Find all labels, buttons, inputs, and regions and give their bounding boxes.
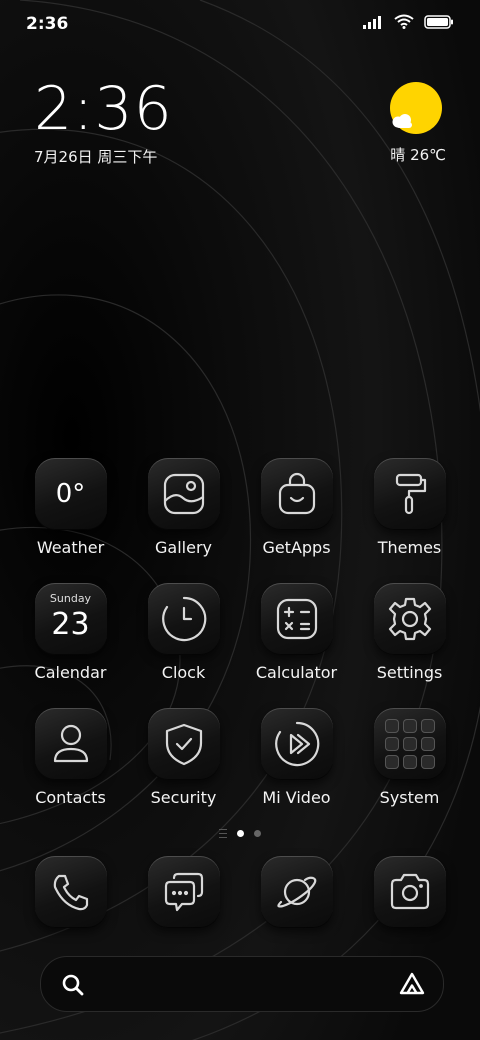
app-getapps[interactable]: GetApps [240, 458, 353, 583]
weather-text: 晴 26℃ [390, 146, 446, 164]
search-bar[interactable] [40, 956, 444, 1012]
dock [14, 856, 466, 928]
app-security[interactable]: Security [127, 708, 240, 833]
app-label: Calendar [34, 663, 107, 682]
app-label: Gallery [155, 538, 212, 557]
app-contacts[interactable]: Contacts [14, 708, 127, 833]
signal-icon [363, 15, 381, 29]
app-system-folder[interactable]: System [353, 708, 466, 833]
status-icons [362, 14, 454, 29]
page-indicator[interactable] [0, 829, 480, 838]
folder-icon [373, 708, 446, 780]
page-dot-1[interactable] [237, 830, 244, 837]
camera-icon [390, 873, 429, 910]
shield-check-icon [165, 723, 202, 766]
app-label: Settings [376, 663, 443, 682]
folder-grid [384, 719, 435, 769]
clock-widget[interactable]: 2:36 7月26日 周三下午 [34, 76, 173, 167]
assistant-icon[interactable] [399, 972, 425, 996]
app-weather[interactable]: 0° Weather [14, 458, 127, 583]
status-bar: 2:36 [0, 0, 480, 50]
app-row: Sunday 23 Calendar Clock Calculator Sett… [14, 583, 466, 708]
app-label: GetApps [262, 538, 331, 557]
app-calendar[interactable]: Sunday 23 Calendar [14, 583, 127, 708]
app-label: Calculator [255, 663, 338, 682]
app-themes[interactable]: Themes [353, 458, 466, 583]
weather-tile-temp: 0° [55, 479, 86, 509]
page-dot-2[interactable] [254, 830, 261, 837]
app-mi-video[interactable]: Mi Video [240, 708, 353, 833]
app-row: 0° Weather Gallery GetApps Themes [14, 458, 466, 583]
calculator-icon [276, 598, 317, 640]
app-label: Mi Video [262, 788, 331, 807]
calendar-date: 23 [51, 607, 90, 642]
battery-icon [424, 14, 453, 29]
search-icon[interactable] [61, 973, 85, 997]
wifi-icon [394, 14, 414, 29]
status-time: 2:36 [26, 14, 69, 34]
app-label: Security [150, 788, 217, 807]
app-label: Contacts [35, 788, 106, 807]
gallery-icon [163, 473, 204, 515]
dock-camera[interactable] [353, 856, 466, 928]
app-label: Weather [36, 538, 105, 557]
app-clock[interactable]: Clock [127, 583, 240, 708]
app-row: Contacts Security Mi Video System [14, 708, 466, 833]
dock-messages[interactable] [127, 856, 240, 928]
play-icon [274, 721, 319, 767]
dock-browser[interactable] [240, 856, 353, 928]
app-label: Clock [161, 663, 206, 682]
calendar-day: Sunday [49, 592, 92, 605]
dock-phone[interactable] [14, 856, 127, 928]
weather-icon: 0° [34, 458, 107, 530]
shopping-bag-icon [278, 472, 315, 515]
app-label: System [379, 788, 440, 807]
gear-icon [388, 597, 431, 641]
phone-icon [53, 874, 88, 911]
chat-icon [164, 872, 203, 912]
app-grid: 0° Weather Gallery GetApps Themes Sunday… [14, 458, 466, 833]
calendar-icon: Sunday 23 [34, 583, 107, 655]
app-settings[interactable]: Settings [353, 583, 466, 708]
planet-icon [276, 876, 316, 908]
app-gallery[interactable]: Gallery [127, 458, 240, 583]
clock-time: 2:36 [34, 74, 173, 144]
app-label: Themes [377, 538, 442, 557]
app-calculator[interactable]: Calculator [240, 583, 353, 708]
person-icon [53, 724, 88, 763]
clock-date: 7月26日 周三下午 [34, 148, 158, 166]
clock-icon [161, 596, 206, 642]
app-drawer-indicator-icon[interactable] [219, 829, 227, 838]
cloud-icon [392, 114, 412, 128]
paint-roller-icon [395, 473, 426, 515]
